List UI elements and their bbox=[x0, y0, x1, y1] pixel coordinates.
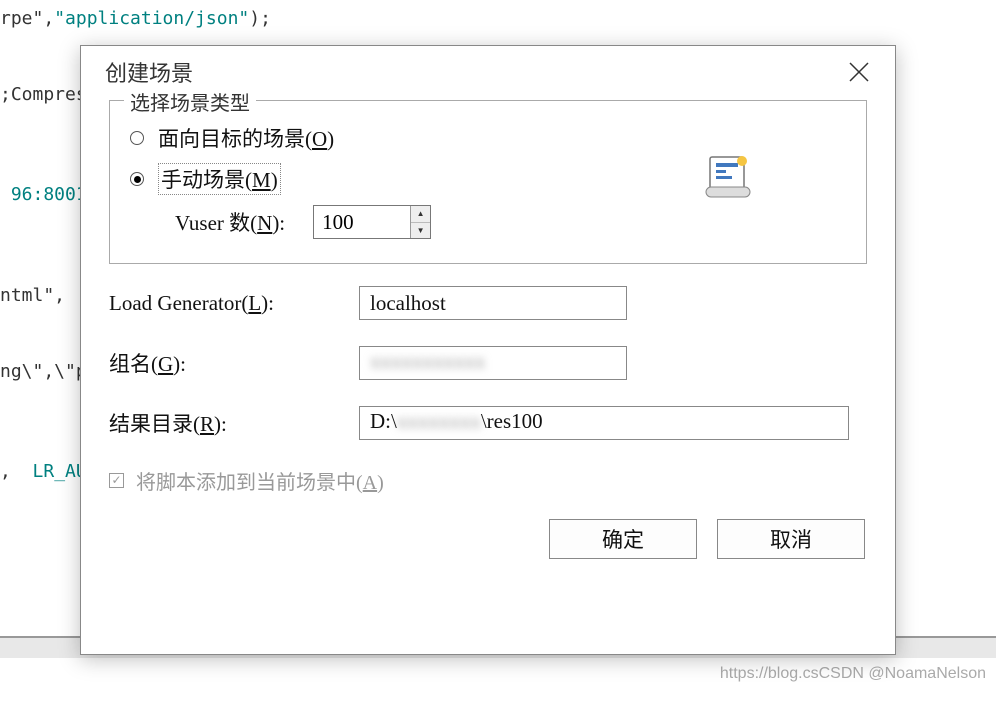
group-name-label: 组名(G): bbox=[109, 348, 359, 378]
vuser-input[interactable] bbox=[314, 206, 410, 238]
group-name-input[interactable]: xxxxxxxxxxx bbox=[359, 346, 627, 380]
blurred-text: xxxxxxxx bbox=[397, 409, 481, 433]
load-generator-label: Load Generator(L): bbox=[109, 291, 359, 316]
close-icon bbox=[848, 61, 870, 83]
add-script-checkbox-row: ✓ 将脚本添加到当前场景中(A) bbox=[109, 466, 867, 495]
radio-goal-scenario[interactable]: 面向目标的场景(O) bbox=[130, 123, 846, 153]
result-dir-row: 结果目录(R): D:\xxxxxxxx\res100 bbox=[109, 406, 867, 440]
dialog-content: 选择场景类型 面向目标的场景(O) 手动场景(M) Vuser 数(N): ▲ … bbox=[81, 96, 895, 575]
button-row: 确定 取消 bbox=[109, 519, 867, 559]
checkbox-label: 将脚本添加到当前场景中(A) bbox=[136, 466, 384, 495]
spinner-up-button[interactable]: ▲ bbox=[411, 206, 430, 223]
ok-button[interactable]: 确定 bbox=[549, 519, 697, 559]
dialog-title: 创建场景 bbox=[105, 56, 193, 88]
spinner-buttons: ▲ ▼ bbox=[410, 206, 430, 238]
vuser-label: Vuser 数(N): bbox=[175, 207, 285, 237]
result-dir-label: 结果目录(R): bbox=[109, 408, 359, 438]
scenario-icon bbox=[704, 155, 752, 199]
scenario-type-fieldset: 选择场景类型 面向目标的场景(O) 手动场景(M) Vuser 数(N): ▲ … bbox=[109, 100, 867, 264]
radio-icon bbox=[130, 172, 144, 186]
radio-label: 手动场景(M) bbox=[158, 163, 281, 195]
close-button[interactable] bbox=[839, 52, 879, 92]
create-scenario-dialog: 创建场景 选择场景类型 面向目标的场景(O) 手动场景(M) Vuser 数(N… bbox=[80, 45, 896, 655]
fieldset-legend: 选择场景类型 bbox=[124, 87, 256, 116]
result-dir-input[interactable]: D:\xxxxxxxx\res100 bbox=[359, 406, 849, 440]
vuser-row: Vuser 数(N): ▲ ▼ bbox=[175, 205, 846, 239]
radio-icon bbox=[130, 131, 144, 145]
group-name-row: 组名(G): xxxxxxxxxxx bbox=[109, 346, 867, 380]
spinner-down-button[interactable]: ▼ bbox=[411, 223, 430, 239]
checkbox-icon: ✓ bbox=[109, 473, 124, 488]
cancel-button[interactable]: 取消 bbox=[717, 519, 865, 559]
load-generator-row: Load Generator(L): bbox=[109, 286, 867, 320]
blurred-text: xxxxxxxxxxx bbox=[370, 349, 486, 373]
radio-label: 面向目标的场景(O) bbox=[158, 123, 334, 153]
vuser-spinner[interactable]: ▲ ▼ bbox=[313, 205, 431, 239]
watermark: https://blog.csCSDN @NoamaNelson bbox=[720, 665, 986, 683]
load-generator-input[interactable] bbox=[359, 286, 627, 320]
